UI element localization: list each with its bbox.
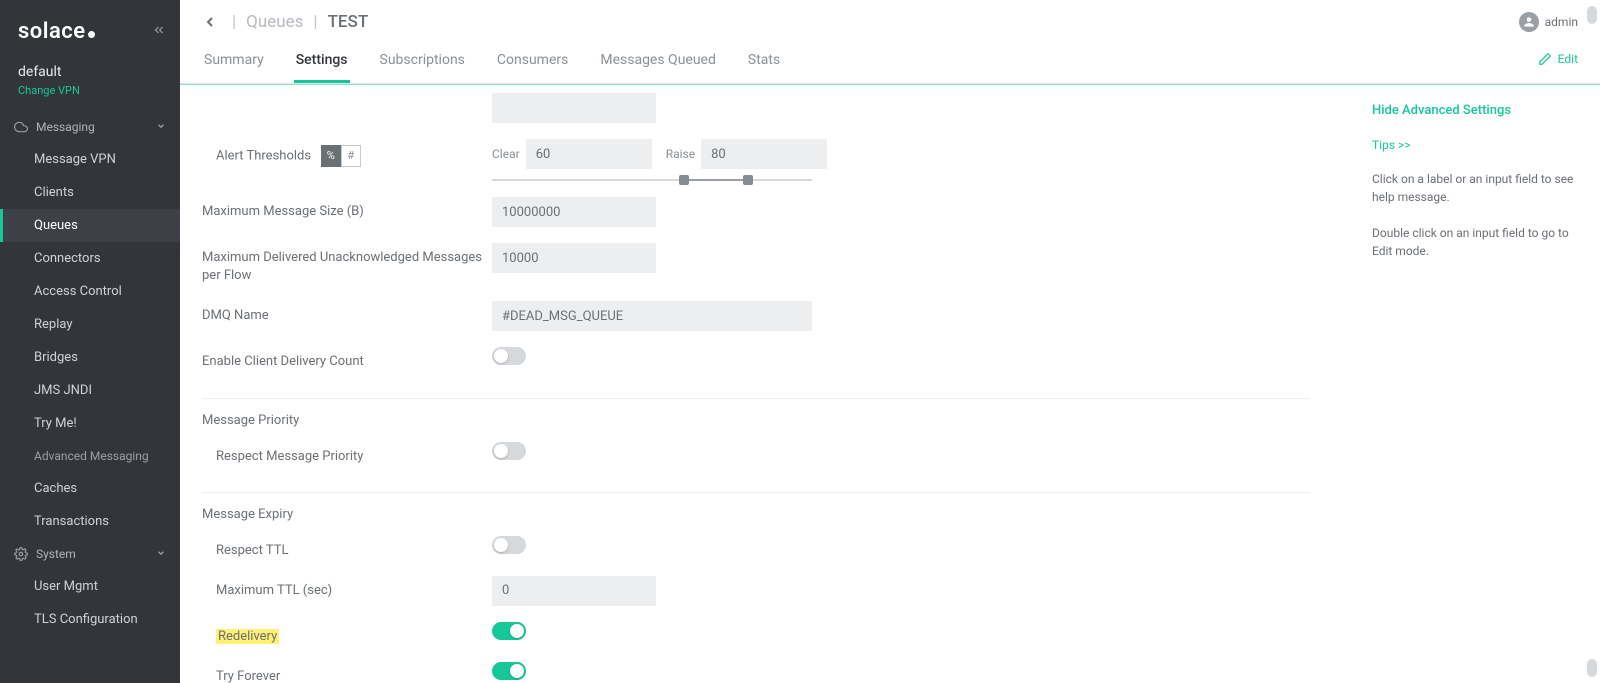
toggle-client-delivery-count[interactable]	[492, 347, 526, 365]
sidebar-item-replay[interactable]: Replay	[0, 308, 180, 341]
unit-percent[interactable]: %	[321, 145, 341, 167]
label-alert-thresholds[interactable]: Alert Thresholds % #	[202, 139, 492, 167]
sidebar-item-connectors[interactable]: Connectors	[0, 242, 180, 275]
vpn-name: default	[18, 64, 162, 80]
toggle-try-forever[interactable]	[492, 662, 526, 680]
toggle-respect-ttl[interactable]	[492, 536, 526, 554]
tab-messages-queued[interactable]: Messages Queued	[598, 42, 718, 83]
breadcrumb: | Queues | TEST	[198, 10, 368, 34]
sidebar-item-advanced-messaging[interactable]: Advanced Messaging	[0, 440, 180, 472]
label-respect-ttl[interactable]: Respect TTL	[202, 536, 492, 560]
label-max-ttl[interactable]: Maximum TTL (sec)	[202, 576, 492, 600]
change-vpn-link[interactable]: Change VPN	[18, 84, 162, 97]
chevron-down-icon	[156, 120, 166, 134]
hide-advanced-link[interactable]: Hide Advanced Settings	[1372, 103, 1578, 118]
tip-text-1: Click on a label or an input field to se…	[1372, 170, 1578, 206]
label-dmq-name[interactable]: DMQ Name	[202, 301, 492, 325]
tab-summary[interactable]: Summary	[202, 42, 266, 83]
label-respect-priority[interactable]: Respect Message Priority	[202, 442, 492, 466]
toggle-respect-priority[interactable]	[492, 442, 526, 460]
breadcrumb-parent[interactable]: Queues	[246, 12, 303, 32]
dmq-name-input[interactable]	[492, 301, 812, 331]
edit-button[interactable]: Edit	[1538, 52, 1578, 74]
unit-toggle[interactable]: % #	[321, 145, 361, 167]
prev-field[interactable]	[492, 93, 656, 123]
section-message-expiry: Message Expiry	[202, 507, 1310, 522]
cloud-icon	[14, 120, 28, 134]
nav-section-messaging[interactable]: Messaging	[0, 111, 180, 143]
label-redelivery[interactable]: Redelivery	[202, 622, 492, 646]
sidebar-item-transactions[interactable]: Transactions	[0, 505, 180, 538]
label-max-unacked[interactable]: Maximum Delivered Unacknowledged Message…	[202, 243, 492, 285]
raise-input[interactable]	[701, 139, 827, 169]
sidebar-item-bridges[interactable]: Bridges	[0, 341, 180, 374]
settings-form: Alert Thresholds % # Clear	[180, 85, 1350, 683]
user-name: admin	[1545, 15, 1578, 29]
label-max-msg-size[interactable]: Maximum Message Size (B)	[202, 197, 492, 221]
slider-handle-raise[interactable]	[743, 175, 753, 185]
logo: solace	[18, 18, 95, 44]
sidebar-item-user-mgmt[interactable]: User Mgmt	[0, 570, 180, 603]
gear-icon	[14, 547, 28, 561]
threshold-slider[interactable]	[492, 179, 812, 181]
sidebar-item-access-control[interactable]: Access Control	[0, 275, 180, 308]
collapse-sidebar-icon[interactable]	[152, 23, 166, 40]
max-unacked-input[interactable]	[492, 243, 656, 273]
sidebar-item-tls-config[interactable]: TLS Configuration	[0, 603, 180, 636]
back-button[interactable]	[198, 10, 222, 34]
tab-settings[interactable]: Settings	[294, 42, 350, 83]
tabs: Summary Settings Subscriptions Consumers…	[202, 42, 782, 83]
unit-count[interactable]: #	[341, 145, 361, 167]
max-ttl-input[interactable]	[492, 576, 656, 606]
sidebar-item-jms-jndi[interactable]: JMS JNDI	[0, 374, 180, 407]
main: | Queues | TEST admin Summary Settings S…	[180, 0, 1600, 683]
label-try-forever[interactable]: Try Forever	[202, 662, 492, 683]
tip-text-2: Double click on an input field to go to …	[1372, 224, 1578, 260]
breadcrumb-current: TEST	[328, 12, 369, 32]
tab-subscriptions[interactable]: Subscriptions	[378, 42, 467, 83]
sidebar-item-caches[interactable]: Caches	[0, 472, 180, 505]
label-client-delivery-count[interactable]: Enable Client Delivery Count	[202, 347, 492, 371]
tab-consumers[interactable]: Consumers	[495, 42, 570, 83]
tips-link[interactable]: Tips >>	[1372, 138, 1578, 152]
chevron-down-icon	[156, 547, 166, 561]
sidebar-item-try-me[interactable]: Try Me!	[0, 407, 180, 440]
pencil-icon	[1538, 52, 1552, 66]
help-panel: Hide Advanced Settings Tips >> Click on …	[1350, 85, 1600, 683]
tab-stats[interactable]: Stats	[746, 42, 782, 83]
toggle-redelivery[interactable]	[492, 622, 526, 640]
section-message-priority: Message Priority	[202, 413, 1310, 428]
label-raise: Raise	[666, 147, 695, 161]
nav-section-system[interactable]: System	[0, 538, 180, 570]
clear-input[interactable]	[526, 139, 652, 169]
sidebar: solace default Change VPN Messaging Mess…	[0, 0, 180, 683]
user-menu[interactable]: admin	[1519, 12, 1578, 32]
sidebar-item-queues[interactable]: Queues	[0, 209, 180, 242]
sidebar-item-clients[interactable]: Clients	[0, 176, 180, 209]
slider-handle-clear[interactable]	[679, 175, 689, 185]
max-msg-size-input[interactable]	[492, 197, 656, 227]
avatar-icon	[1519, 12, 1539, 32]
label-clear: Clear	[492, 147, 520, 161]
sidebar-item-message-vpn[interactable]: Message VPN	[0, 143, 180, 176]
